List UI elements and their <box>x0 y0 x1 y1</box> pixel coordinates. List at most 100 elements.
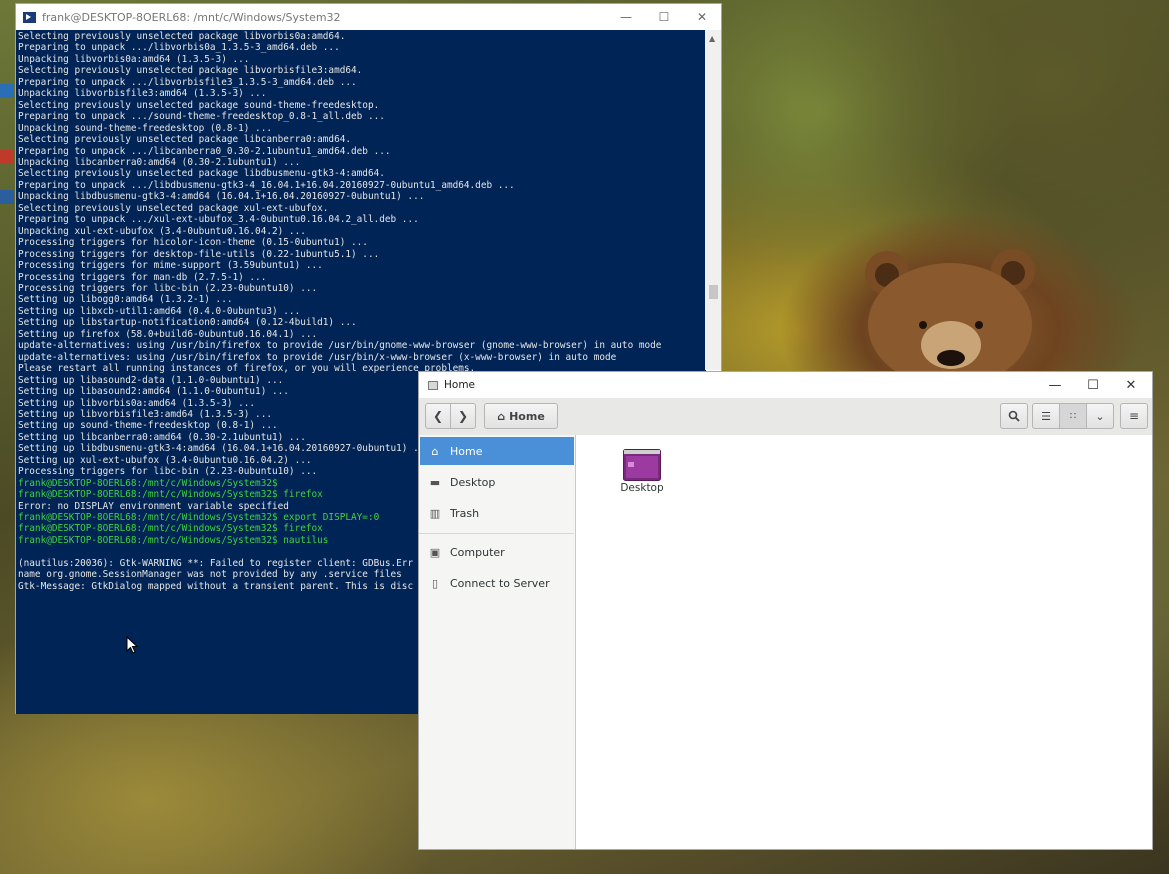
minimize-button[interactable]: — <box>607 4 645 30</box>
desktop-shortcut-icon[interactable] <box>0 150 14 164</box>
terminal-line: name org.gnome.SessionManager was not pr… <box>18 569 402 581</box>
terminal-line: Error: no DISPLAY environment variable s… <box>18 500 289 512</box>
home-icon: ⌂ <box>431 444 439 458</box>
sidebar-item-connect-to-server[interactable]: ▯ Connect to Server <box>420 569 574 597</box>
file-manager-toolbar: ❮ ❯ ⌂ Home ☰ ∷ ⌄ ≡ <box>419 398 1152 436</box>
terminal-line: update-alternatives: using /usr/bin/fire… <box>18 351 617 363</box>
terminal-line: frank@DESKTOP-8OERL68:/mnt/c/Windows/Sys… <box>18 489 323 501</box>
computer-icon: ▣ <box>429 545 441 559</box>
back-button[interactable]: ❮ <box>425 403 451 429</box>
chevron-left-icon: ❮ <box>432 409 444 423</box>
wallpaper-bear-image <box>865 249 1035 375</box>
terminal-line: Setting up firefox (58.0+build6-0ubuntu0… <box>18 328 318 340</box>
terminal-line: Processing triggers for desktop-file-uti… <box>18 248 380 260</box>
terminal-line: Preparing to unpack .../xul-ext-ubufox_3… <box>18 214 419 226</box>
terminal-line: Processing triggers for mime-support (3.… <box>18 260 323 272</box>
server-icon: ▯ <box>431 576 439 590</box>
file-view[interactable]: Desktop <box>576 435 1152 849</box>
folder-icon: ▬ <box>429 475 441 489</box>
terminal-line: Selecting previously unselected package … <box>18 65 363 77</box>
terminal-line: Setting up libogg0:amd64 (1.3.2-1) ... <box>18 294 233 306</box>
terminal-line: Processing triggers for man-db (2.7.5-1)… <box>18 271 267 283</box>
terminal-line: Setting up libcanberra0:amd64 (0.30-2.1u… <box>18 431 306 443</box>
terminal-line: frank@DESKTOP-8OERL68:/mnt/c/Windows/Sys… <box>18 512 380 524</box>
terminal-line: Please restart all running instances of … <box>18 363 476 375</box>
sidebar-item-label: Connect to Server <box>450 576 550 590</box>
scrollbar-thumb[interactable] <box>709 285 718 299</box>
maximize-button[interactable]: ☐ <box>645 4 683 30</box>
home-icon: ⌂ <box>497 409 506 423</box>
terminal-line: Setting up libvorbis0a:amd64 (1.3.5-3) .… <box>18 397 256 409</box>
terminal-line: Preparing to unpack .../libcanberra0_0.3… <box>18 145 391 157</box>
terminal-line: Setting up libxcb-util1:amd64 (0.4.0-0ub… <box>18 305 301 317</box>
file-manager-title: Home <box>444 379 476 391</box>
minimize-icon: — <box>620 10 632 24</box>
forward-button[interactable]: ❯ <box>450 403 476 429</box>
terminal-line: Unpacking libcanberra0:amd64 (0.30-2.1ub… <box>18 156 301 168</box>
file-item-label: Desktop <box>620 482 664 494</box>
sidebar-item-label: Home <box>450 444 483 458</box>
terminal-line: Selecting previously unselected package … <box>18 99 380 111</box>
terminal-line: Setting up libstartup-notification0:amd6… <box>18 317 357 329</box>
terminal-line: Processing triggers for hicolor-icon-the… <box>18 237 368 249</box>
close-button[interactable]: ✕ <box>683 4 721 30</box>
terminal-scrollbar[interactable]: ▲ <box>705 30 721 370</box>
location-label: Home <box>509 409 545 423</box>
terminal-line: frank@DESKTOP-8OERL68:/mnt/c/Windows/Sys… <box>18 534 329 546</box>
sidebar-item-label: Desktop <box>450 475 496 489</box>
view-options-button[interactable]: ⌄ <box>1086 403 1114 429</box>
terminal-line: (nautilus:20036): Gtk-WARNING **: Failed… <box>18 557 414 569</box>
terminal-line: Unpacking libdbusmenu-gtk3-4:amd64 (16.0… <box>18 191 425 203</box>
sidebar-item-desktop[interactable]: ▬ Desktop <box>420 468 574 496</box>
desktop-shortcut-icon[interactable] <box>0 84 14 98</box>
terminal-line: Preparing to unpack .../sound-theme-free… <box>18 111 385 123</box>
maximize-icon: ☐ <box>1087 377 1099 393</box>
terminal-line: Setting up libasound2-data (1.1.0-0ubunt… <box>18 374 284 386</box>
file-manager-titlebar[interactable]: Home — ☐ ✕ <box>419 372 1152 398</box>
terminal-line: frank@DESKTOP-8OERL68:/mnt/c/Windows/Sys… <box>18 477 278 489</box>
terminal-line: Processing triggers for libc-bin (2.23-0… <box>18 282 318 294</box>
sidebar-item-label: Trash <box>450 506 480 520</box>
desktop-shortcut-icon[interactable] <box>0 190 14 204</box>
search-button[interactable] <box>1000 403 1028 429</box>
desktop-folder-icon <box>623 449 661 481</box>
terminal-line: Preparing to unpack .../libdbusmenu-gtk3… <box>18 179 515 191</box>
terminal-line: Selecting previously unselected package … <box>18 134 352 146</box>
terminal-line: Unpacking libvorbis0a:amd64 (1.3.5-3) ..… <box>18 53 250 65</box>
terminal-line: frank@DESKTOP-8OERL68:/mnt/c/Windows/Sys… <box>18 523 323 535</box>
terminal-line: Setting up libasound2:amd64 (1.1.0-0ubun… <box>18 386 289 398</box>
menu-button[interactable]: ≡ <box>1120 403 1148 429</box>
chevron-right-icon: ❯ <box>457 409 469 423</box>
terminal-line: Selecting previously unselected package … <box>18 168 385 180</box>
terminal-line: Gtk-Message: GtkDialog mapped without a … <box>18 580 414 592</box>
terminal-line: Setting up libvorbisfile3:amd64 (1.3.5-3… <box>18 408 272 420</box>
maximize-icon: ☐ <box>658 10 670 24</box>
sidebar-item-home[interactable]: ⌂ Home <box>420 437 574 465</box>
close-icon: ✕ <box>1125 377 1137 393</box>
search-icon <box>1008 410 1020 422</box>
minimize-button[interactable]: — <box>1036 372 1074 398</box>
app-folder-icon <box>428 380 438 390</box>
sidebar-item-trash[interactable]: ▥ Trash <box>420 499 574 527</box>
terminal-line: Processing triggers for libc-bin (2.23-0… <box>18 466 318 478</box>
location-home-button[interactable]: ⌂ Home <box>484 403 558 429</box>
file-manager-window[interactable]: Home — ☐ ✕ ❮ ❯ ⌂ Home ☰ ∷ ⌄ ≡ ⌂ Home ▬ Desk… <box>418 371 1153 850</box>
terminal-titlebar[interactable]: frank@DESKTOP-8OERL68: /mnt/c/Windows/Sy… <box>16 4 721 30</box>
terminal-line: Setting up libdbusmenu-gtk3-4:amd64 (16.… <box>18 443 431 455</box>
terminal-line: Selecting previously unselected package … <box>18 31 346 42</box>
list-view-button[interactable]: ☰ <box>1032 403 1060 429</box>
scroll-up-icon[interactable]: ▲ <box>709 34 715 43</box>
terminal-title: frank@DESKTOP-8OERL68: /mnt/c/Windows/Sy… <box>42 10 341 24</box>
terminal-line: Unpacking xul-ext-ubufox (3.4-0ubuntu0.1… <box>18 225 306 237</box>
sidebar-item-label: Computer <box>450 545 505 559</box>
close-button[interactable]: ✕ <box>1112 372 1150 398</box>
places-sidebar: ⌂ Home ▬ Desktop ▥ Trash ▣ Computer ▯ Connect to … <box>419 435 576 849</box>
terminal-line: Setting up sound-theme-freedesktop (0.8-… <box>18 420 278 432</box>
terminal-line: Preparing to unpack .../libvorbisfile3_1… <box>18 76 357 88</box>
terminal-line: update-alternatives: using /usr/bin/fire… <box>18 340 662 352</box>
sidebar-item-computer[interactable]: ▣ Computer <box>420 538 574 566</box>
maximize-button[interactable]: ☐ <box>1074 372 1112 398</box>
grid-view-icon: ∷ <box>1069 410 1077 422</box>
grid-view-button[interactable]: ∷ <box>1059 403 1087 429</box>
close-icon: ✕ <box>696 10 708 24</box>
